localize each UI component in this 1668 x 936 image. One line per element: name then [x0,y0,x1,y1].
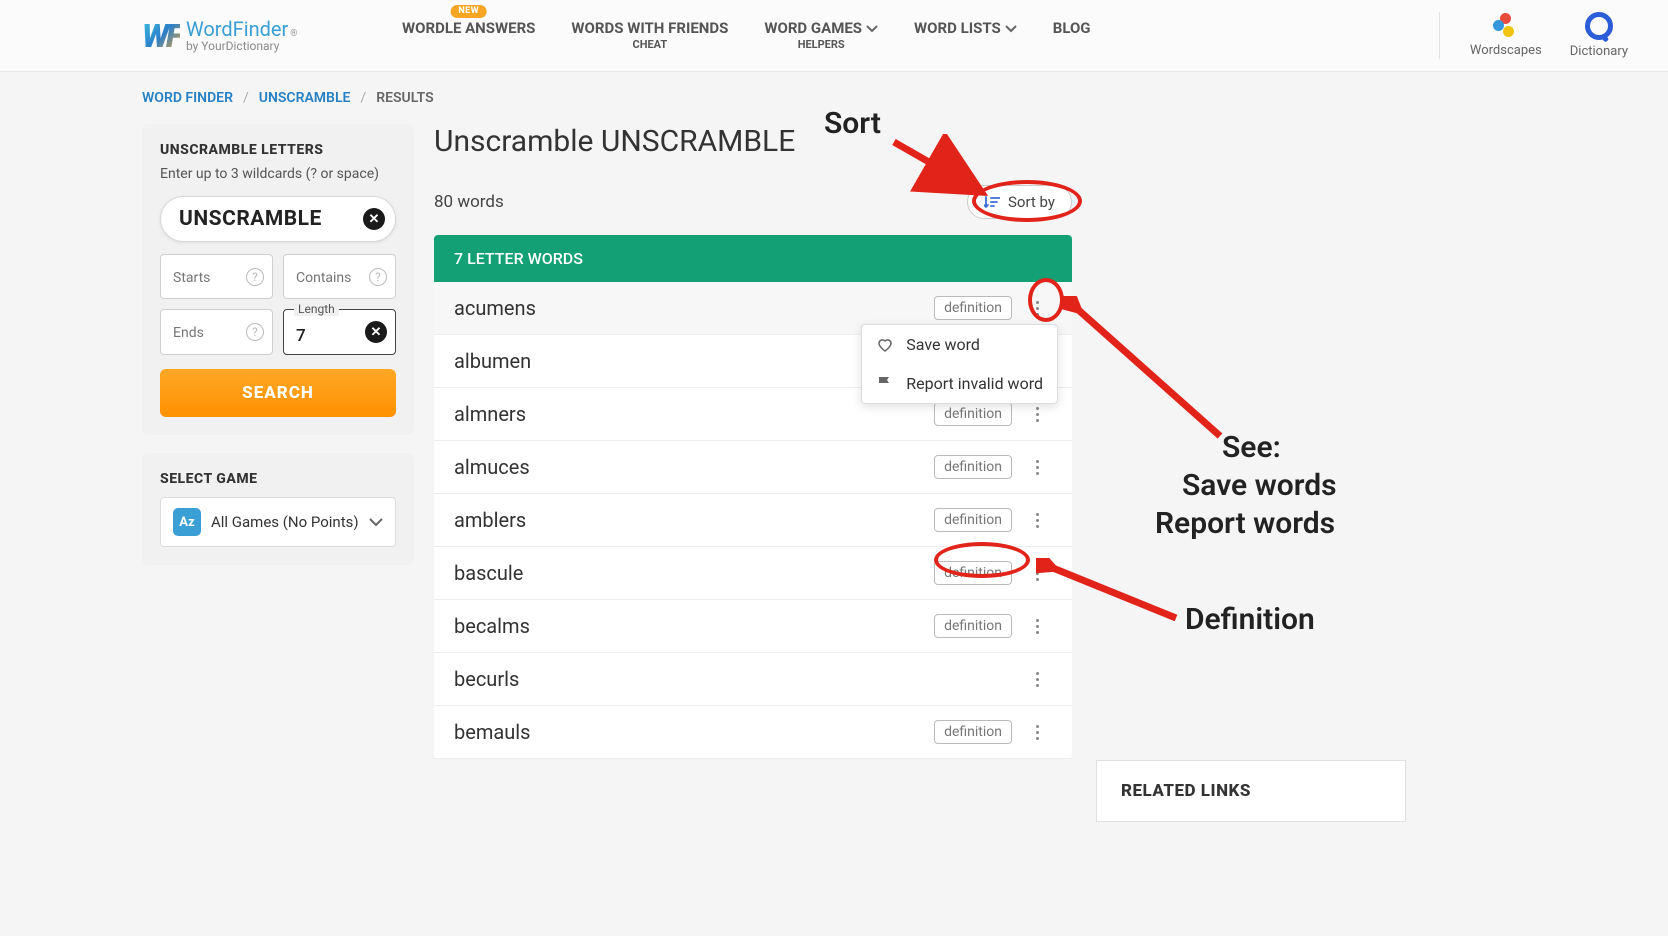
contains-input[interactable] [296,270,363,286]
more-menu-button[interactable] [1022,619,1052,634]
game-select[interactable]: Az All Games (No Points) [160,497,396,547]
az-icon: Az [173,508,201,536]
app-wordscapes[interactable]: Wordscapes [1470,13,1542,58]
word-text: bascule [454,561,934,585]
length-input-wrap: Length ✕ [283,309,396,355]
dictionary-icon [1585,12,1613,40]
more-popup: Save wordReport invalid word [861,324,1058,404]
wordscapes-icon [1493,13,1519,39]
logo[interactable]: WF WordFinder® by YourDictionary [142,17,402,55]
word-list: 7 LETTER WORDS acumensdefinitionSave wor… [434,235,1072,759]
word-row: acumensdefinitionSave wordReport invalid… [434,282,1072,335]
more-menu-button[interactable] [1022,301,1052,316]
main-nav: NEW WORDLE ANSWERS WORDS WITH FRIENDSCHE… [402,19,1091,53]
help-icon[interactable]: ? [246,268,264,286]
word-text: becalms [454,614,934,638]
crumb-unscramble[interactable]: UNSCRAMBLE [259,90,351,106]
more-menu-button[interactable] [1022,566,1052,581]
wildcard-hint: Enter up to 3 wildcards (? or space) [160,166,396,182]
letters-input-wrap: ✕ [160,196,396,242]
word-text: acumens [454,296,934,320]
word-row: amblersdefinition [434,494,1072,547]
nav-blog[interactable]: BLOG [1053,19,1091,39]
more-menu-button[interactable] [1022,513,1052,528]
starts-input[interactable] [173,270,240,286]
panel-title: UNSCRAMBLE LETTERS [160,142,396,158]
nav-wordle[interactable]: NEW WORDLE ANSWERS [402,19,535,39]
word-count: 80 words [434,192,504,212]
letters-input[interactable] [179,207,351,231]
length-input[interactable] [296,326,363,346]
sort-icon [984,195,1000,209]
definition-button[interactable]: definition [934,561,1012,585]
app-links: Wordscapes Dictionary [1439,12,1628,59]
related-title: RELATED LINKS [1121,781,1381,801]
chevron-down-icon [369,518,383,527]
more-menu-button[interactable] [1022,725,1052,740]
nav-games[interactable]: WORD GAMESHELPERS [764,19,878,53]
app-dictionary[interactable]: Dictionary [1570,12,1628,59]
nav-wwf[interactable]: WORDS WITH FRIENDSCHEAT [571,19,728,53]
more-menu-button[interactable] [1022,460,1052,475]
sort-button[interactable]: Sort by [967,185,1072,219]
logo-sub: by YourDictionary [186,40,297,53]
contains-input-wrap: ? [283,254,396,299]
main-header: WF WordFinder® by YourDictionary NEW WOR… [0,0,1668,72]
word-text: becurls [454,667,1012,691]
help-icon[interactable]: ? [369,268,387,286]
starts-input-wrap: ? [160,254,273,299]
word-row: basculedefinition [434,547,1072,600]
help-icon[interactable]: ? [246,323,264,341]
new-badge: NEW [450,5,487,19]
chevron-down-icon [866,25,878,33]
length-label: Length [294,302,339,316]
crumb-current: RESULTS [376,90,434,106]
word-row: becalmsdefinition [434,600,1072,653]
search-button[interactable]: SEARCH [160,369,396,417]
flag-icon [876,375,894,393]
word-row: becurls [434,653,1072,706]
clear-icon[interactable]: ✕ [365,321,387,343]
ends-input[interactable] [173,325,240,341]
heart-icon [876,336,894,354]
crumb-wordfinder[interactable]: WORD FINDER [142,90,233,106]
word-text: amblers [454,508,934,532]
game-panel: SELECT GAME Az All Games (No Points) [142,453,414,565]
nav-lists[interactable]: WORD LISTS [914,19,1017,39]
definition-button[interactable]: definition [934,402,1012,426]
report-word-action[interactable]: Report invalid word [862,364,1057,403]
search-panel: UNSCRAMBLE LETTERS Enter up to 3 wildcar… [142,124,414,435]
word-row: almucesdefinition [434,441,1072,494]
word-row: bemaulsdefinition [434,706,1072,759]
page-title: Unscramble UNSCRAMBLE [434,124,1072,159]
definition-button[interactable]: definition [934,508,1012,532]
definition-button[interactable]: definition [934,296,1012,320]
more-menu-button[interactable] [1022,672,1052,687]
clear-icon[interactable]: ✕ [363,208,385,230]
save-word-action[interactable]: Save word [862,325,1057,364]
ends-input-wrap: ? [160,309,273,355]
word-text: bemauls [454,720,934,744]
related-links: RELATED LINKS [1096,760,1406,822]
select-game-title: SELECT GAME [160,471,396,487]
definition-button[interactable]: definition [934,614,1012,638]
word-text: almuces [454,455,934,479]
logo-icon: WF [142,17,180,55]
category-header: 7 LETTER WORDS [434,235,1072,282]
chevron-down-icon [1005,25,1017,33]
definition-button[interactable]: definition [934,720,1012,744]
word-text: almners [454,402,934,426]
logo-brand: WordFinder® [186,18,297,40]
more-menu-button[interactable] [1022,407,1052,422]
definition-button[interactable]: definition [934,455,1012,479]
breadcrumb: WORD FINDER / UNSCRAMBLE / RESULTS [0,72,1668,124]
game-selected-label: All Games (No Points) [211,513,359,531]
